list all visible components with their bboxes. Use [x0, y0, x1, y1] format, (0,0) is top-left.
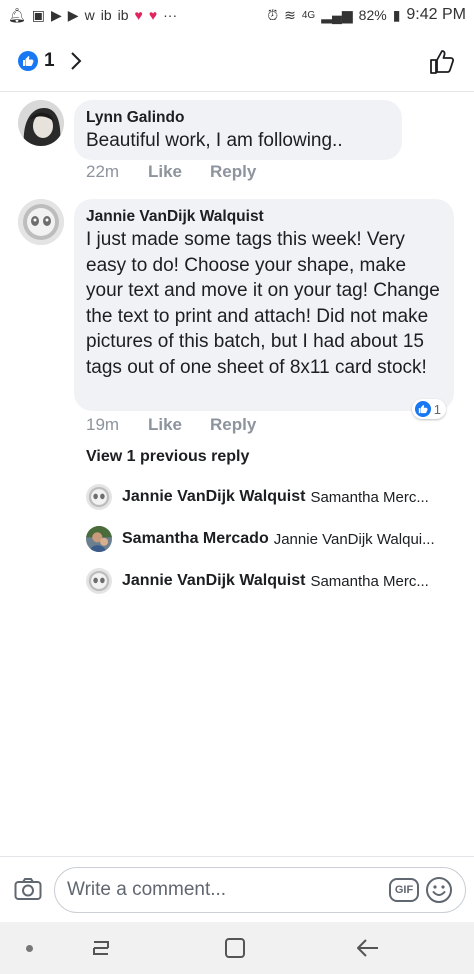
comment-input-placeholder: Write a comment... [67, 879, 227, 900]
notification-bell-icon: 🔔︎ [8, 6, 26, 23]
youtube-icon: ▶ [51, 6, 62, 23]
comment-author[interactable]: Lynn Galindo [86, 108, 390, 128]
comment-composer: Write a comment... GIF [0, 856, 474, 920]
reply-button[interactable]: Reply [210, 162, 256, 182]
back-icon[interactable] [354, 935, 382, 961]
view-previous-replies-link[interactable]: View 1 previous reply [86, 448, 249, 466]
reply-author[interactable]: Samantha Mercado [122, 530, 269, 548]
heart-icon: ♥ [134, 7, 143, 23]
reply-item[interactable]: Jannie VanDijk Walquist Samantha Merc... [86, 482, 466, 512]
reply-button[interactable]: Reply [210, 415, 256, 435]
reply-text: Samantha Merc... [310, 488, 429, 506]
recent-apps-icon[interactable] [88, 934, 114, 962]
like-reaction-icon[interactable] [18, 50, 38, 71]
battery-percent: 82% [358, 7, 387, 23]
comment-actions: 19m Like Reply [86, 415, 256, 435]
comment-text: I just made some tags this week! Very ea… [86, 229, 440, 378]
reply-text: Jannie VanDijk Walqui... [273, 530, 435, 548]
like-count[interactable]: 1 [44, 50, 55, 72]
chevron-right-icon[interactable] [69, 51, 83, 71]
reactions-header: 1 [0, 30, 474, 92]
gif-button[interactable]: GIF [389, 878, 419, 902]
comment-bubble[interactable]: Lynn Galindo Beautiful work, I am follow… [74, 100, 402, 160]
bag-icon: ▣ [31, 6, 46, 23]
status-bar: 🔔︎ ▣ ▶ ▶ w ib ib ♥ ♥ ··· ⏰︎ ≋ 4G ▂▄▆ 82%… [0, 0, 474, 30]
nav-dot-icon[interactable] [26, 945, 33, 952]
alarm-icon: ⏰︎ [267, 6, 279, 23]
reply-author[interactable]: Jannie VanDijk Walquist [122, 572, 305, 590]
comment-author[interactable]: Jannie VanDijk Walquist [86, 207, 442, 227]
avatar[interactable] [18, 100, 64, 146]
signal-icon: ▂▄▆ [321, 6, 353, 23]
more-notifications-icon: ··· [163, 7, 178, 23]
comment-input[interactable]: Write a comment... GIF [54, 867, 466, 913]
reply-item[interactable]: Samantha Mercado Jannie VanDijk Walqui..… [86, 524, 466, 554]
comment-actions: 22m Like Reply [86, 162, 256, 182]
avatar[interactable] [86, 568, 112, 594]
thumbs-up-icon[interactable] [428, 48, 456, 76]
camera-icon[interactable] [14, 877, 42, 901]
avatar[interactable] [86, 484, 112, 510]
status-bar-notifications: 🔔︎ ▣ ▶ ▶ w ib ib ♥ ♥ ··· [8, 7, 177, 24]
comment-bubble[interactable]: Jannie VanDijk Walquist I just made some… [74, 199, 454, 419]
reply-item[interactable]: Jannie VanDijk Walquist Samantha Merc... [86, 566, 466, 596]
like-button[interactable]: Like [148, 162, 210, 182]
battery-icon: ▮ [392, 6, 401, 23]
w-app-icon: w [84, 7, 95, 23]
ib-app-icon: ib [100, 7, 112, 23]
clock: 9:42 PM [406, 6, 466, 23]
ib-app-icon-2: ib [117, 7, 129, 23]
status-bar-system: ⏰︎ ≋ 4G ▂▄▆ 82% ▮ 9:42 PM [267, 6, 466, 24]
reply-text: Samantha Merc... [310, 572, 429, 590]
avatar[interactable] [18, 199, 64, 245]
emoji-icon[interactable] [425, 876, 453, 904]
comment-time: 22m [86, 162, 120, 181]
network-type: 4G [301, 9, 316, 21]
reply-author[interactable]: Jannie VanDijk Walquist [122, 488, 305, 506]
like-reaction-icon [414, 401, 431, 417]
home-icon[interactable] [222, 935, 248, 961]
reaction-count: 1 [433, 401, 441, 417]
comment-time: 19m [86, 415, 120, 434]
youtube-icon-2: ▶ [67, 6, 79, 23]
system-navigation-bar [0, 922, 474, 974]
comment-text: Beautiful work, I am following.. [86, 130, 343, 151]
heart-icon-2: ♥ [148, 7, 158, 23]
avatar[interactable] [86, 526, 112, 552]
reaction-badge[interactable]: 1 [411, 399, 446, 419]
like-button[interactable]: Like [148, 415, 210, 435]
wifi-icon: ≋ [284, 6, 296, 23]
